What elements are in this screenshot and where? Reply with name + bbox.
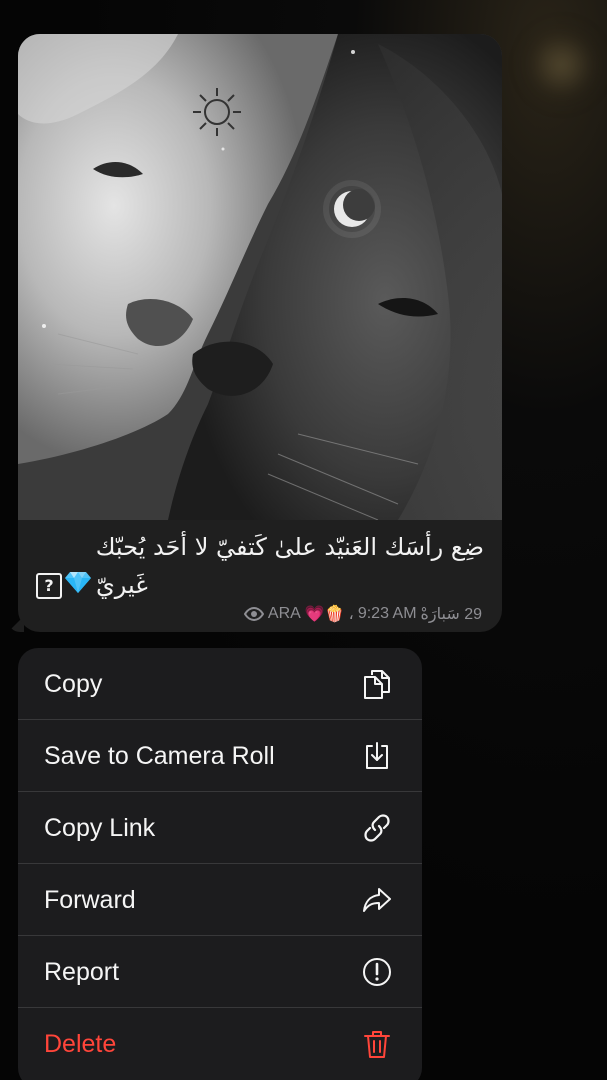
link-icon (360, 811, 394, 845)
menu-item-forward[interactable]: Forward (18, 864, 422, 936)
message-meta: ARA 💗🍿 ، 9:23 AM 29 سَبارَهْ (243, 602, 482, 626)
caption-line-2: ? غَيريّ (36, 566, 484, 605)
chat-screen: ضِع رأسَك العَنيّد علىٰ كَتفيّ لا أحَد ي… (0, 0, 607, 1080)
menu-label-delete: Delete (44, 1029, 117, 1058)
background-blur (517, 20, 607, 110)
message-caption: ضِع رأسَك العَنيّد علىٰ كَتفيّ لا أحَد ي… (36, 528, 484, 605)
author-emojis: 💗🍿 (304, 606, 345, 623)
menu-item-delete[interactable]: Delete (18, 1008, 422, 1080)
menu-label-forward: Forward (44, 885, 136, 914)
menu-label-save: Save to Camera Roll (44, 741, 275, 770)
meta-extra: 29 سَبارَهْ (420, 606, 482, 623)
menu-item-report[interactable]: Report (18, 936, 422, 1008)
author-name: ARA (267, 605, 301, 622)
menu-item-copy-link[interactable]: Copy Link (18, 792, 422, 864)
report-exclamation-icon (360, 955, 394, 989)
save-download-icon (360, 739, 394, 773)
menu-label-copy-link: Copy Link (44, 813, 156, 842)
menu-item-copy[interactable]: Copy (18, 648, 422, 720)
message-photo[interactable] (18, 34, 502, 520)
eye-icon (243, 606, 265, 622)
menu-label-report: Report (44, 957, 120, 986)
copy-icon (360, 667, 394, 701)
message-time: 9:23 AM (357, 605, 417, 622)
trash-icon (360, 1027, 394, 1061)
message-bubble[interactable]: ضِع رأسَك العَنيّد علىٰ كَتفيّ لا أحَد ي… (18, 34, 502, 632)
lions-image (18, 34, 502, 520)
menu-item-save-to-camera-roll[interactable]: Save to Camera Roll (18, 720, 422, 792)
meta-separator: ، (348, 606, 354, 623)
caption-line-2-text: غَيريّ (96, 571, 148, 599)
gem-icon (64, 567, 92, 605)
menu-label-copy: Copy (44, 669, 103, 698)
question-box-icon: ? (36, 573, 62, 599)
context-menu: Copy Save to Camera Roll Copy Link Forwa… (18, 648, 422, 1080)
forward-arrow-icon (360, 883, 394, 917)
caption-line-1: ضِع رأسَك العَنيّد علىٰ كَتفيّ لا أحَد ي… (95, 533, 484, 561)
